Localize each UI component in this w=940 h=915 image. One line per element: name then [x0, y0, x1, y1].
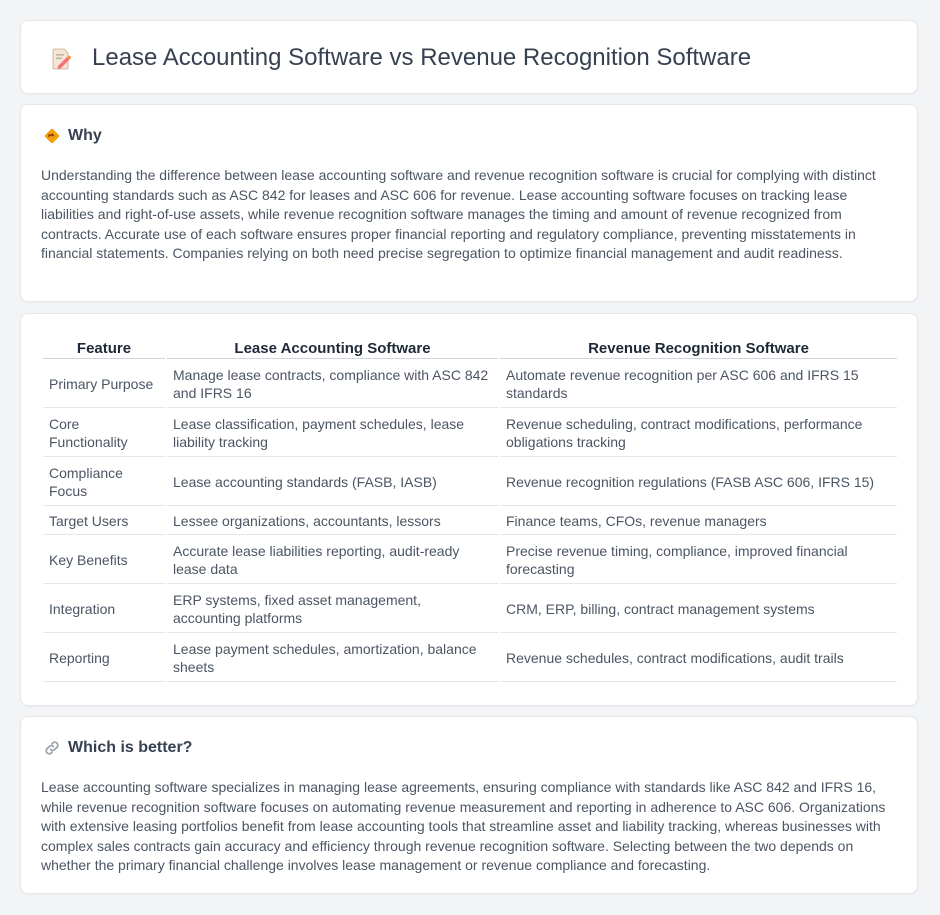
why-section: Why Understanding the difference between…: [20, 104, 918, 302]
feature-cell: Reporting: [43, 635, 165, 682]
column-header-feature: Feature: [43, 336, 165, 359]
why-heading: Why: [68, 127, 102, 144]
column-header-lease: Lease Accounting Software: [167, 336, 498, 359]
page-title: Lease Accounting Software vs Revenue Rec…: [92, 44, 752, 71]
feature-cell: Compliance Focus: [43, 459, 165, 506]
table-row: Target Users Lessee organizations, accou…: [43, 508, 897, 535]
table-row: Compliance Focus Lease accounting standa…: [43, 459, 897, 506]
which-better-section: Which is better? Lease accounting softwa…: [20, 716, 918, 894]
feature-cell: Key Benefits: [43, 537, 165, 584]
why-text: Understanding the difference between lea…: [41, 167, 876, 262]
which-better-heading: Which is better?: [68, 739, 193, 756]
feature-cell: Integration: [43, 586, 165, 633]
revenue-cell: Revenue recognition regulations (FASB AS…: [500, 459, 897, 506]
document-edit-icon: [52, 48, 72, 70]
comparison-table: Feature Lease Accounting Software Revenu…: [41, 334, 899, 684]
table-row: Core Functionality Lease classification,…: [43, 410, 897, 457]
revenue-cell: Revenue scheduling, contract modificatio…: [500, 410, 897, 457]
revenue-cell: Automate revenue recognition per ASC 606…: [500, 361, 897, 408]
revenue-cell: Revenue schedules, contract modification…: [500, 635, 897, 682]
feature-cell: Core Functionality: [43, 410, 165, 457]
table-header-row: Feature Lease Accounting Software Revenu…: [43, 336, 897, 359]
revenue-cell: CRM, ERP, billing, contract management s…: [500, 586, 897, 633]
table-row: Reporting Lease payment schedules, amort…: [43, 635, 897, 682]
table-row: Primary Purpose Manage lease contracts, …: [43, 361, 897, 408]
lease-cell: Accurate lease liabilities reporting, au…: [167, 537, 498, 584]
lease-cell: Lessee organizations, accountants, lesso…: [167, 508, 498, 535]
revenue-cell: Finance teams, CFOs, revenue managers: [500, 508, 897, 535]
title-card: Lease Accounting Software vs Revenue Rec…: [20, 20, 918, 94]
lease-cell: Lease classification, payment schedules,…: [167, 410, 498, 457]
which-better-text: Lease accounting software specializes in…: [41, 779, 886, 874]
column-header-revenue: Revenue Recognition Software: [500, 336, 897, 359]
diamond-sign-icon: [44, 128, 60, 144]
lease-cell: Manage lease contracts, compliance with …: [167, 361, 498, 408]
comparison-card: Feature Lease Accounting Software Revenu…: [20, 313, 918, 706]
table-row: Key Benefits Accurate lease liabilities …: [43, 537, 897, 584]
table-row: Integration ERP systems, fixed asset man…: [43, 586, 897, 633]
link-icon: [45, 741, 59, 755]
which-better-header: Which is better?: [43, 737, 192, 759]
lease-cell: Lease accounting standards (FASB, IASB): [167, 459, 498, 506]
why-header: Why: [43, 125, 102, 147]
revenue-cell: Precise revenue timing, compliance, impr…: [500, 537, 897, 584]
lease-cell: ERP systems, fixed asset management, acc…: [167, 586, 498, 633]
lease-cell: Lease payment schedules, amortization, b…: [167, 635, 498, 682]
feature-cell: Target Users: [43, 508, 165, 535]
feature-cell: Primary Purpose: [43, 361, 165, 408]
